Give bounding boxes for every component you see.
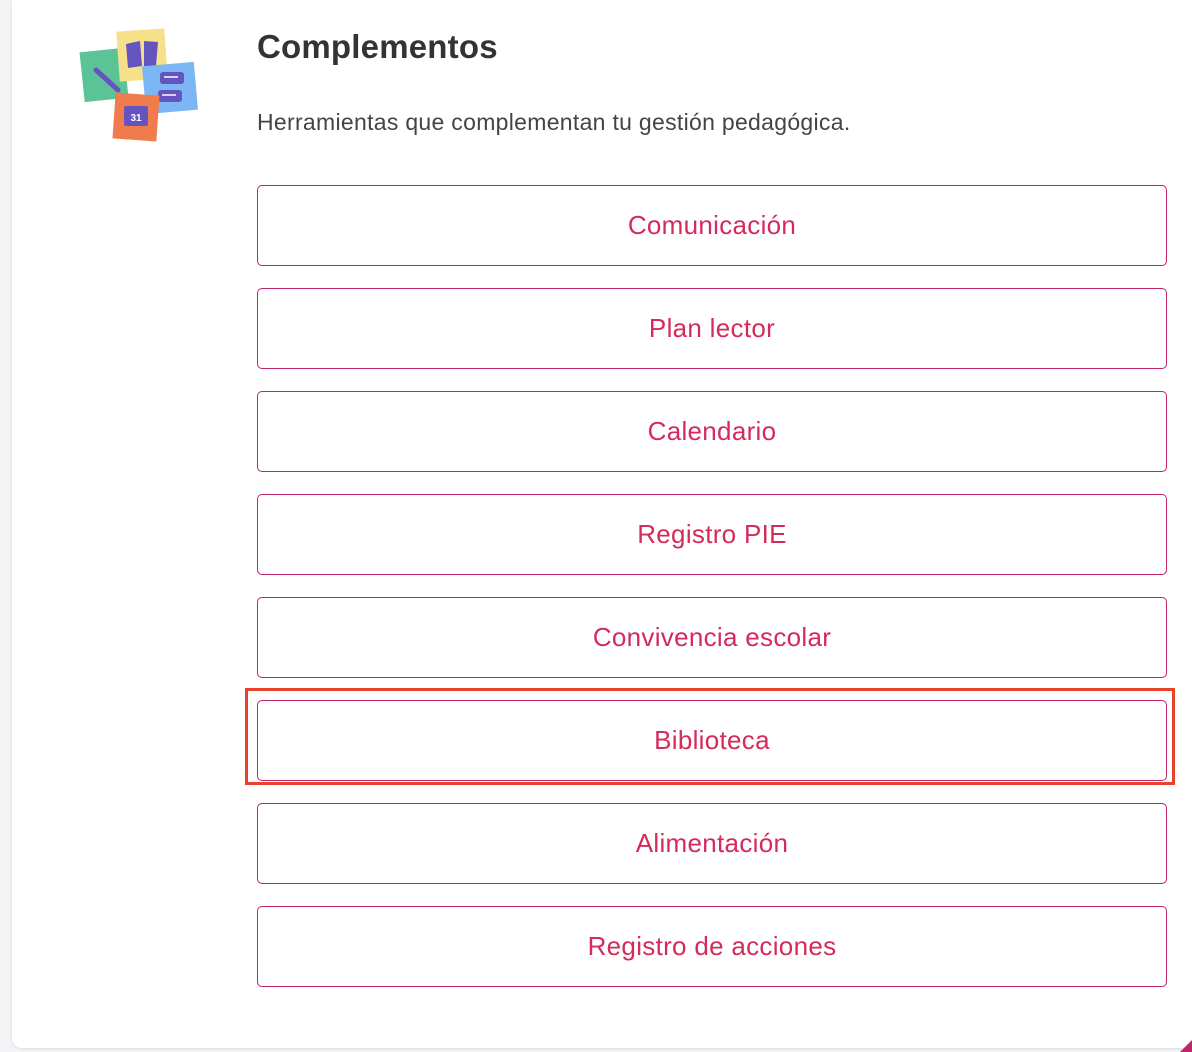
plan-lector-button[interactable]: Plan lector: [257, 288, 1167, 369]
convivencia-escolar-button[interactable]: Convivencia escolar: [257, 597, 1167, 678]
button-label: Plan lector: [648, 313, 776, 343]
button-label: Registro de acciones: [587, 931, 837, 961]
alimentacion-button[interactable]: Alimentación: [257, 803, 1167, 884]
page-title: Complementos: [257, 28, 498, 65]
button-label: Comunicación: [627, 210, 797, 240]
biblioteca-highlight-box: [245, 688, 1175, 785]
registro-pie-button[interactable]: Registro PIE: [257, 494, 1167, 575]
button-label: Calendario: [647, 416, 777, 446]
complementos-illustration: 31: [79, 28, 198, 142]
button-label: Alimentación: [635, 828, 789, 858]
registro-de-acciones-button[interactable]: Registro de acciones: [257, 906, 1167, 987]
comunicacion-button[interactable]: Comunicación: [257, 185, 1167, 266]
calendar-icon: 31: [112, 92, 160, 142]
calendario-button[interactable]: Calendario: [257, 391, 1167, 472]
tools-list: Comunicación Plan lector Calendario Regi…: [257, 185, 1167, 1009]
svg-text:31: 31: [130, 113, 142, 124]
complementos-card: 31 Complementos Herramientas que complem…: [12, 0, 1192, 1048]
corner-marker: [1180, 1040, 1192, 1052]
button-label: Convivencia escolar: [592, 622, 832, 652]
button-label: Registro PIE: [637, 519, 787, 549]
page-subtitle: Herramientas que complementan tu gestión…: [257, 109, 851, 135]
